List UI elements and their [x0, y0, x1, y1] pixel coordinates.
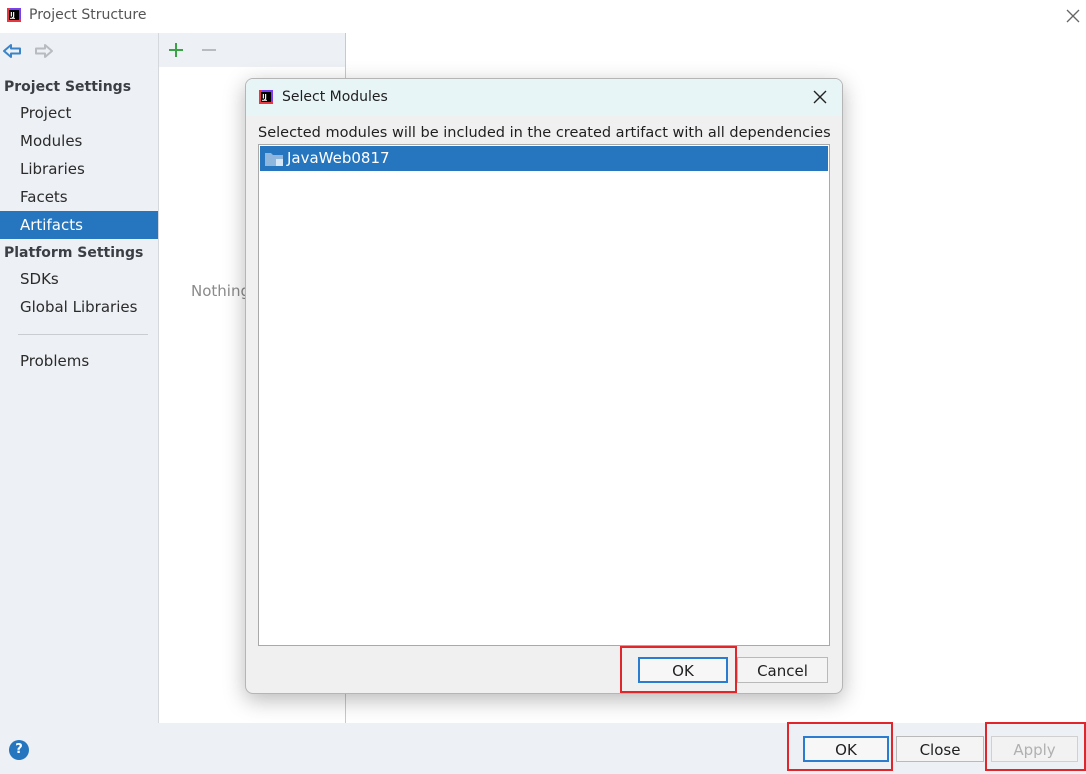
intellij-logo-icon: IJ — [259, 90, 273, 104]
sidebar-item-artifacts[interactable]: Artifacts — [0, 211, 158, 239]
sidebar-item-label: Project — [20, 104, 72, 122]
empty-state-text: Nothing — [191, 282, 250, 300]
sidebar-item-sdks[interactable]: SDKs — [0, 265, 158, 293]
dialog-titlebar: IJ Select Modules — [246, 79, 842, 116]
highlight-box-apply — [985, 722, 1086, 771]
sidebar-item-label: Global Libraries — [20, 298, 138, 316]
svg-text:IJ: IJ — [10, 12, 14, 19]
settings-sidebar: Project Settings Project Modules Librari… — [0, 33, 159, 723]
highlight-box-dialog-ok — [620, 646, 737, 693]
dialog-cancel-button[interactable]: Cancel — [737, 657, 828, 683]
module-folder-icon — [265, 153, 283, 166]
select-modules-dialog: IJ Select Modules Selected modules will … — [245, 78, 843, 694]
sidebar-item-label: Problems — [20, 352, 90, 370]
sidebar-item-problems[interactable]: Problems — [0, 347, 158, 375]
platform-settings-header: Platform Settings — [4, 245, 144, 261]
sidebar-item-label: Facets — [20, 188, 68, 206]
artifacts-toolbar — [159, 33, 345, 67]
sidebar-item-label: Modules — [20, 132, 83, 150]
dialog-title: Select Modules — [282, 89, 388, 105]
sidebar-item-libraries[interactable]: Libraries — [0, 155, 158, 183]
sidebar-item-facets[interactable]: Facets — [0, 183, 158, 211]
back-arrow-icon[interactable] — [2, 43, 22, 59]
window-title: Project Structure — [29, 7, 147, 23]
window-titlebar: IJ Project Structure — [0, 0, 1086, 33]
help-icon[interactable]: ? — [9, 740, 29, 760]
intellij-logo-icon: IJ — [7, 8, 21, 22]
module-name: JavaWeb0817 — [287, 149, 390, 167]
sidebar-divider — [18, 334, 148, 335]
remove-icon[interactable] — [201, 42, 217, 58]
sidebar-item-modules[interactable]: Modules — [0, 127, 158, 155]
svg-text:IJ: IJ — [262, 94, 266, 101]
sidebar-item-project[interactable]: Project — [0, 99, 158, 127]
module-list[interactable]: JavaWeb0817 — [258, 144, 830, 646]
sidebar-item-label: Artifacts — [20, 216, 83, 234]
project-settings-header: Project Settings — [4, 79, 132, 95]
close-button[interactable]: Close — [896, 736, 984, 762]
list-item[interactable]: JavaWeb0817 — [260, 146, 828, 171]
dialog-close-icon[interactable] — [812, 89, 828, 105]
sidebar-item-label: SDKs — [20, 270, 59, 288]
dialog-description: Selected modules will be included in the… — [258, 125, 831, 141]
forward-arrow-icon[interactable] — [34, 43, 54, 59]
add-icon[interactable] — [168, 42, 184, 58]
window-close-icon[interactable] — [1063, 6, 1083, 26]
sidebar-item-label: Libraries — [20, 160, 85, 178]
sidebar-item-global-libraries[interactable]: Global Libraries — [0, 293, 158, 321]
highlight-box-ok — [787, 722, 893, 771]
